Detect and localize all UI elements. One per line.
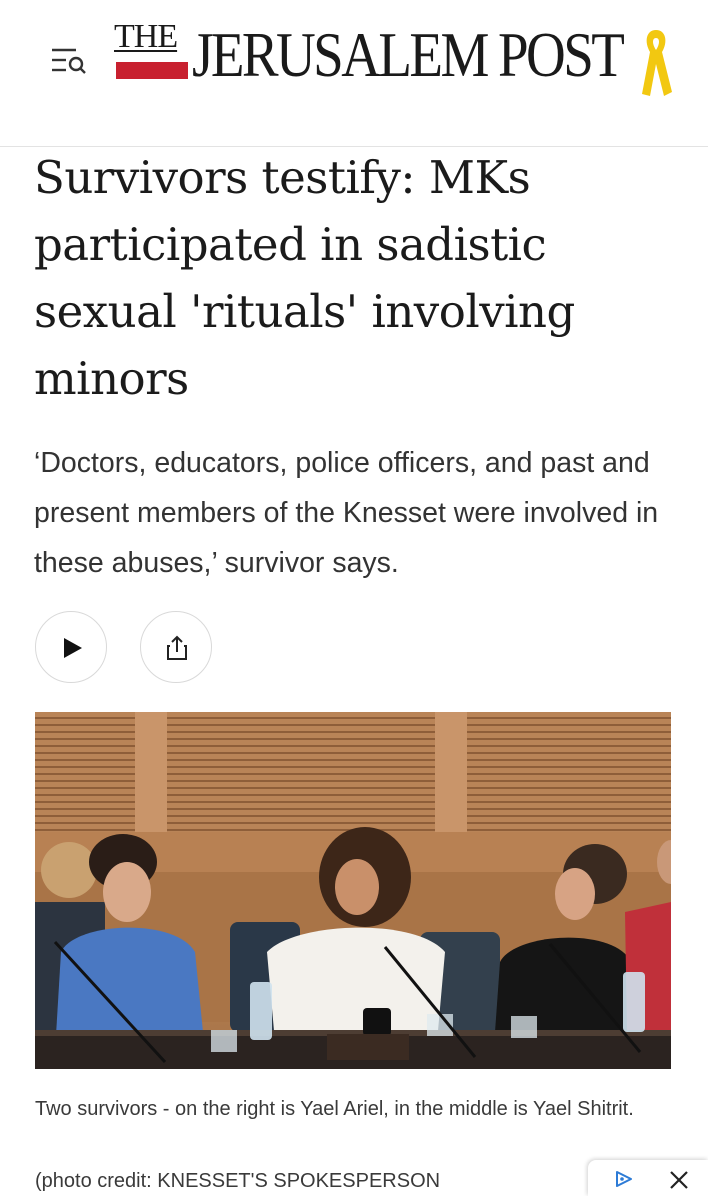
play-icon <box>64 638 82 658</box>
share-icon <box>167 635 187 660</box>
share-button[interactable] <box>140 611 212 683</box>
site-logo[interactable]: THE JERUSALEM POST <box>114 12 674 102</box>
play-audio-button[interactable] <box>35 611 107 683</box>
ad-choices-icon[interactable] <box>614 1170 634 1188</box>
ad-controls <box>588 1160 708 1196</box>
article-headline: Survivors testify: MKs participated in s… <box>34 151 575 405</box>
site-header: THE JERUSALEM POST <box>0 0 708 147</box>
article-subheadline: ‘Doctors, educators, police officers, an… <box>34 447 659 579</box>
photo-caption: Two survivors - on the right is Yael Ari… <box>35 1098 634 1120</box>
logo-red-bar <box>116 62 188 79</box>
article-photo[interactable] <box>35 712 671 1069</box>
logo-the: THE <box>114 18 178 55</box>
yellow-ribbon-icon <box>642 30 672 96</box>
logo-jerusalem-post: JERUSALEM POST <box>192 19 625 90</box>
knesset-committee-photo <box>35 712 671 1069</box>
menu-search-icon[interactable] <box>44 40 94 80</box>
photo-credit: (photo credit: KNESSET'S SPOKESPERSON <box>35 1170 441 1192</box>
close-icon[interactable] <box>668 1169 690 1191</box>
